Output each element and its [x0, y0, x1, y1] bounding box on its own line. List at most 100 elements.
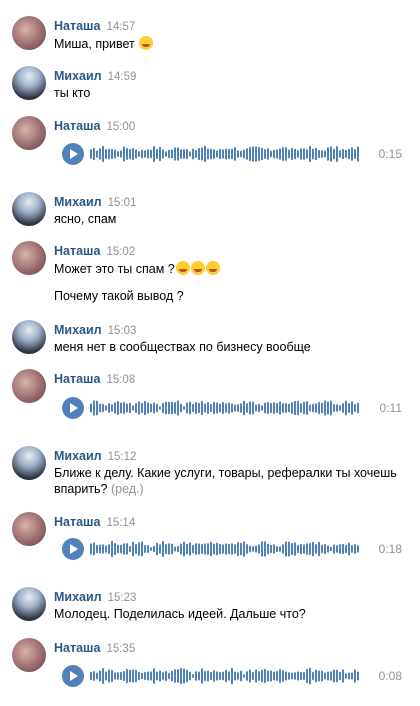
author-name[interactable]: Михаил — [54, 195, 102, 209]
message-header: Михаил 15:01 — [54, 194, 136, 209]
author-name[interactable]: Наташа — [54, 372, 100, 386]
waveform-bar — [126, 403, 128, 413]
waveform-bar — [165, 151, 167, 157]
avatar[interactable] — [12, 241, 46, 275]
waveform-bar — [273, 544, 275, 554]
waveform-bar — [96, 544, 98, 554]
author-name[interactable]: Михаил — [54, 69, 102, 83]
waveform-bar — [267, 670, 269, 682]
waveform[interactable] — [90, 143, 360, 165]
author-name[interactable]: Наташа — [54, 641, 100, 655]
waveform-bar — [201, 147, 203, 161]
message-time[interactable]: 14:59 — [108, 71, 137, 83]
waveform-bar — [294, 672, 296, 680]
waveform-bar — [300, 403, 302, 413]
play-icon[interactable] — [62, 538, 84, 560]
waveform-bar — [327, 147, 329, 161]
waveform-bar — [267, 543, 269, 555]
waveform-bar — [288, 541, 290, 557]
play-icon[interactable] — [62, 665, 84, 687]
waveform-bar — [300, 671, 302, 681]
waveform-bar — [318, 541, 320, 557]
laugh-emoji-icon — [175, 261, 190, 275]
message-time[interactable]: 15:14 — [106, 517, 135, 529]
waveform-bar — [210, 671, 212, 681]
waveform-bar — [105, 545, 107, 553]
author-name[interactable]: Михаил — [54, 449, 102, 463]
waveform-bar — [195, 543, 197, 555]
author-name[interactable]: Наташа — [54, 119, 100, 133]
message-header: Наташа 15:02 — [54, 243, 135, 258]
waveform-bar — [342, 543, 344, 555]
message-header: Наташа 15:14 — [54, 514, 135, 529]
author-name[interactable]: Наташа — [54, 19, 100, 33]
waveform-bar — [171, 543, 173, 555]
waveform[interactable] — [90, 665, 360, 687]
message-time[interactable]: 15:00 — [106, 121, 135, 133]
message-time[interactable]: 15:03 — [108, 325, 137, 337]
message-header: Михаил 14:59 — [54, 68, 136, 83]
waveform-bar — [243, 149, 245, 159]
avatar[interactable] — [12, 446, 46, 480]
avatar[interactable] — [12, 320, 46, 354]
avatar[interactable] — [12, 116, 46, 150]
author-name[interactable]: Наташа — [54, 244, 100, 258]
waveform-bar — [177, 668, 179, 684]
avatar[interactable] — [12, 66, 46, 100]
waveform-bar — [153, 146, 155, 162]
author-name[interactable]: Михаил — [54, 590, 102, 604]
author-name[interactable]: Наташа — [54, 515, 100, 529]
message-time[interactable]: 15:23 — [108, 592, 137, 604]
avatar[interactable] — [12, 192, 46, 226]
message-time[interactable]: 14:57 — [106, 21, 135, 33]
message-time[interactable]: 15:01 — [108, 197, 137, 209]
waveform-bar — [276, 402, 278, 414]
waveform-bar — [222, 671, 224, 681]
avatar[interactable] — [12, 638, 46, 672]
waveform-bar — [183, 541, 185, 557]
avatar[interactable] — [12, 587, 46, 621]
waveform-bar — [321, 402, 323, 414]
waveform-bar — [114, 672, 116, 680]
waveform-bar — [132, 669, 134, 683]
waveform-bar — [285, 671, 287, 681]
waveform-bar — [243, 674, 245, 678]
waveform-bar — [186, 543, 188, 555]
voice-message: 0:15 — [62, 143, 402, 167]
message-header: Наташа 15:08 — [54, 371, 135, 386]
message-time[interactable]: 15:08 — [106, 374, 135, 386]
waveform-bar — [150, 671, 152, 681]
message-time[interactable]: 15:35 — [106, 643, 135, 655]
avatar[interactable] — [12, 369, 46, 403]
edited-label[interactable]: (ред.) — [111, 482, 144, 496]
message-time[interactable]: 15:02 — [106, 246, 135, 258]
waveform-bar — [294, 400, 296, 416]
waveform-bar — [237, 672, 239, 680]
waveform-bar — [144, 545, 146, 553]
avatar[interactable] — [12, 512, 46, 546]
waveform-bar — [186, 148, 188, 160]
waveform-bar — [234, 404, 236, 412]
waveform-bar — [315, 403, 317, 413]
waveform-bar — [354, 544, 356, 554]
waveform-bar — [219, 543, 221, 555]
play-icon[interactable] — [62, 143, 84, 165]
waveform-bar — [90, 543, 92, 555]
waveform-bar — [108, 544, 110, 554]
waveform-bar — [201, 401, 203, 415]
avatar[interactable] — [12, 16, 46, 50]
waveform[interactable] — [90, 538, 360, 560]
waveform-bar — [144, 150, 146, 158]
waveform-bar — [354, 669, 356, 683]
waveform-bar — [114, 542, 116, 556]
waveform-bar — [240, 150, 242, 158]
play-icon[interactable] — [62, 397, 84, 419]
waveform-bar — [138, 401, 140, 415]
waveform-bar — [249, 401, 251, 415]
waveform[interactable] — [90, 397, 360, 419]
waveform-bar — [216, 671, 218, 681]
author-name[interactable]: Михаил — [54, 323, 102, 337]
waveform-bar — [324, 672, 326, 680]
message-time[interactable]: 15:12 — [108, 451, 137, 463]
voice-message: 0:18 — [62, 538, 402, 562]
